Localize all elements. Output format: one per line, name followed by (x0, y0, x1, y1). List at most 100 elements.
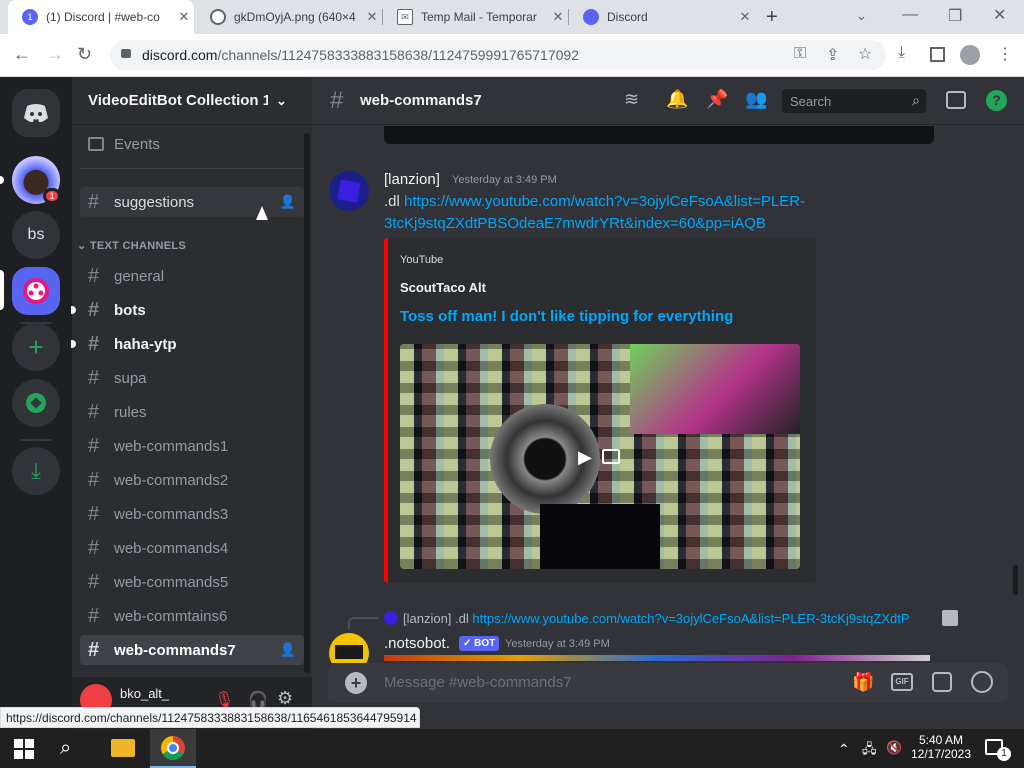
channel-supa[interactable]: # supa (80, 363, 304, 393)
category-header[interactable]: ⌄ TEXT CHANNELS (77, 239, 186, 252)
youtube-link-cont[interactable]: 3tcKj9stqZXdtPBSOdeaE7mwdrYRt&index=60&p… (384, 215, 766, 232)
side-panel-icon[interactable] (930, 47, 945, 62)
emoji-icon[interactable] (971, 671, 993, 693)
share-icon[interactable]: ⇪ (826, 45, 839, 65)
close-window-icon[interactable]: ✕ (993, 5, 1006, 25)
search-icon[interactable]: ⌕ (60, 737, 71, 760)
search-box[interactable]: Search ⌕ (782, 89, 926, 113)
youtube-link[interactable]: https://www.youtube.com/watch?v=3ojylCeF… (404, 193, 805, 210)
bot-author[interactable]: .notsobot. (384, 635, 450, 652)
file-explorer-icon[interactable] (111, 739, 135, 757)
chrome-taskbar-button[interactable] (150, 729, 196, 768)
channel-suggestions[interactable]: # suggestions 👤 (80, 187, 304, 217)
chrome-menu-icon[interactable]: ⋮ (997, 44, 1013, 64)
divider (80, 168, 304, 169)
browser-tab-3[interactable]: ✉ Temp Mail - Temporar ✕ (383, 0, 568, 34)
url-text[interactable]: discord.com/channels/1124758333883158638… (142, 47, 579, 63)
bell-icon[interactable]: 🔔 (666, 89, 688, 110)
channel-web-commands4[interactable]: # web-commands4 (80, 533, 304, 563)
bookmark-star-icon[interactable]: ☆ (858, 44, 872, 64)
back-icon[interactable]: ← (13, 44, 31, 65)
bot-timestamp: Yesterday at 3:49 PM (505, 638, 610, 650)
author-avatar[interactable] (329, 171, 369, 211)
mouse-cursor (256, 206, 268, 220)
server-header[interactable]: VideoEditBot Collection 1.0 ⌄ (72, 77, 312, 125)
channel-title: web-commands7 (360, 92, 482, 109)
hash-icon: # (88, 190, 100, 213)
invite-icon[interactable]: 👤 (280, 642, 296, 658)
download-icon[interactable]: ⤓ (898, 44, 905, 62)
close-tab-icon[interactable]: ✕ (362, 9, 382, 25)
pin-icon[interactable]: 📌 (706, 89, 728, 110)
guild-bs[interactable]: bs (12, 211, 60, 259)
calendar-icon (88, 137, 104, 151)
channel-web-commands5[interactable]: # web-commands5 (80, 567, 304, 597)
channel-web-commands7[interactable]: # web-commands7 👤 (80, 635, 304, 665)
minimize-icon[interactable]: — (902, 6, 918, 24)
profile-avatar[interactable] (960, 45, 980, 65)
previous-embed-bottom (384, 126, 934, 144)
reply-preview[interactable]: [lanzion] .dl https://www.youtube.com/wa… (403, 611, 935, 626)
new-tab-button[interactable]: + (766, 6, 778, 29)
attach-plus-icon[interactable]: + (345, 672, 367, 694)
tab-search-icon[interactable]: ⌄ (856, 8, 867, 24)
bot-attachment-preview[interactable] (384, 655, 930, 661)
events-item[interactable]: Events (80, 129, 304, 159)
channel-web-commands1[interactable]: # web-commands1 (80, 431, 304, 461)
forward-icon[interactable]: → (46, 44, 64, 65)
globe-icon (210, 9, 226, 25)
gif-icon[interactable]: GIF (891, 673, 913, 691)
play-icon[interactable]: ▶ (578, 447, 592, 468)
members-icon[interactable]: 👥 (745, 89, 767, 110)
close-tab-icon[interactable]: ✕ (174, 9, 194, 25)
threads-icon[interactable]: ≋ (624, 89, 639, 110)
key-icon[interactable]: ⚿ (794, 45, 806, 63)
channel-web-commtains6[interactable]: # web-commtains6 (80, 601, 304, 631)
tab-title: Temp Mail - Temporar (421, 10, 537, 24)
embed-author[interactable]: ScoutTaco Alt (400, 280, 486, 295)
video-thumbnail[interactable] (400, 344, 800, 569)
browser-tab-4[interactable]: Discord ✕ (569, 0, 755, 34)
gift-icon[interactable]: 🎁 (852, 672, 874, 693)
volume-icon[interactable]: 🔇 (886, 740, 902, 756)
server-name: VideoEditBot Collection 1.0 (88, 92, 268, 109)
discord-home-icon[interactable] (12, 89, 60, 137)
reload-icon[interactable]: ↻ (77, 44, 92, 65)
close-tab-icon[interactable]: ✕ (548, 9, 568, 25)
lock-icon[interactable] (121, 49, 131, 58)
mail-icon: ✉ (397, 9, 413, 25)
channel-scrollbar[interactable] (304, 133, 310, 673)
messages-scrollbar[interactable] (1013, 565, 1018, 595)
browser-tab-2[interactable]: gkDmOyjA.png (640×4 ✕ (196, 0, 382, 34)
help-icon[interactable]: ? (986, 90, 1007, 111)
channel-general[interactable]: # general (80, 261, 304, 291)
invite-icon[interactable]: 👤 (280, 194, 296, 210)
windows-start-icon[interactable] (14, 739, 34, 759)
clock[interactable]: 5:40 AM 12/17/2023 (906, 733, 976, 761)
notsobot-avatar[interactable] (329, 633, 369, 663)
hash-icon: # (330, 87, 344, 114)
add-server-icon[interactable]: + (12, 323, 60, 371)
search-icon: ⌕ (912, 92, 920, 108)
embed-title[interactable]: Toss off man! I don't like tipping for e… (400, 308, 733, 325)
inbox-icon[interactable] (946, 91, 966, 109)
message-input[interactable]: Message #web-commands7 (384, 674, 572, 691)
chevron-up-icon[interactable]: ⌃ (838, 741, 850, 758)
guild-videoeditbot[interactable] (12, 267, 60, 315)
channel-web-commands2[interactable]: # web-commands2 (80, 465, 304, 495)
explore-icon[interactable] (12, 379, 60, 427)
reply-avatar (384, 611, 398, 625)
sticker-icon[interactable] (932, 672, 952, 692)
browser-tab-1[interactable]: 1 (1) Discord | #web-co ✕ (8, 0, 194, 34)
close-tab-icon[interactable]: ✕ (735, 9, 755, 25)
channel-rules[interactable]: # rules (80, 397, 304, 427)
restore-icon[interactable]: ❐ (948, 6, 962, 26)
channel-haha-ytp[interactable]: # haha-ytp (80, 329, 304, 359)
channel-bots[interactable]: # bots (80, 295, 304, 325)
message-author[interactable]: [lanzion] (384, 171, 440, 188)
download-apps-icon[interactable]: ⤓ (12, 447, 60, 495)
open-external-icon[interactable] (602, 449, 620, 464)
network-icon[interactable]: 🖧 (862, 740, 877, 762)
gear-icon[interactable]: ⚙ (277, 688, 293, 709)
channel-web-commands3[interactable]: # web-commands3 (80, 499, 304, 529)
